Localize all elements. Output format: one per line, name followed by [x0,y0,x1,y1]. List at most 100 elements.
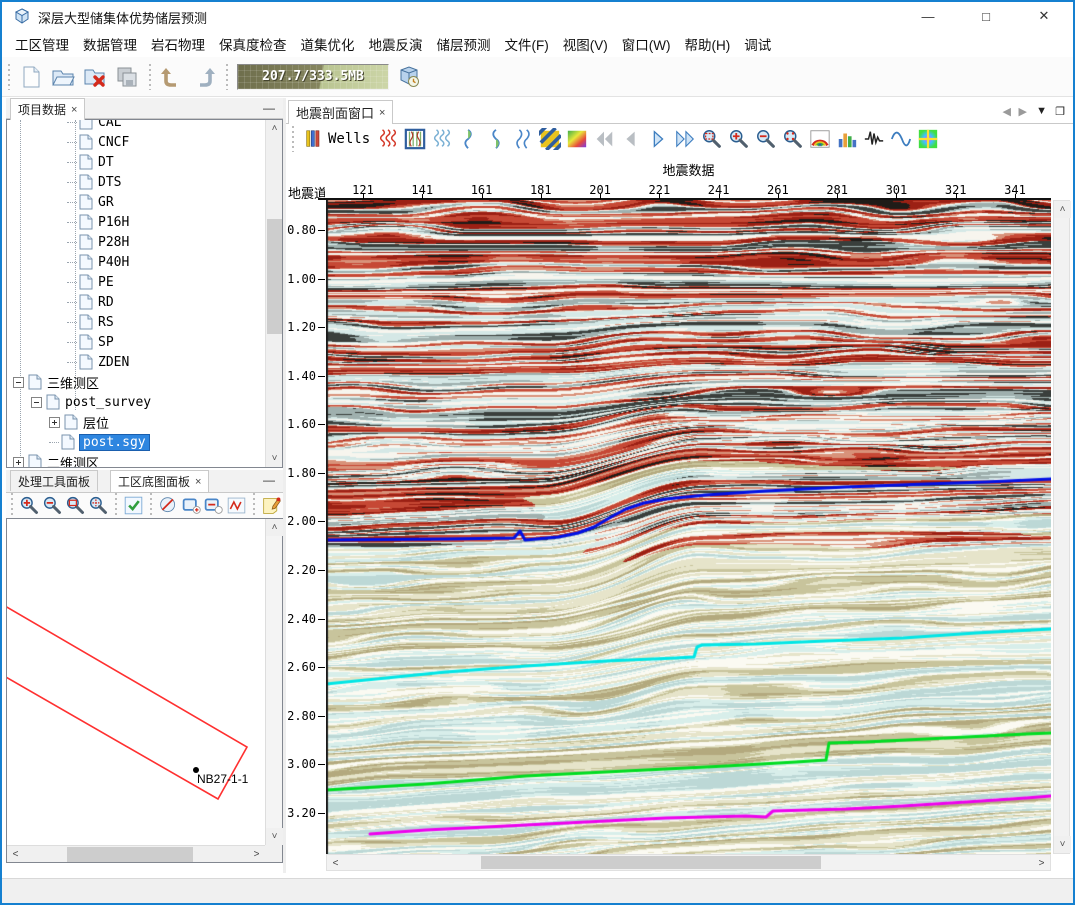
tree-item-P40H[interactable]: P40H [7,252,265,272]
scroll-right-icon[interactable]: ˃ [248,846,265,863]
layer-check-button[interactable] [122,494,145,518]
rect-add-button[interactable] [180,494,203,518]
scroll-left-icon[interactable]: ˂ [7,846,24,863]
tree-item-PE[interactable]: PE [7,272,265,292]
expand-icon[interactable] [13,457,24,468]
zoom-in-button[interactable] [725,126,752,152]
panel-minimize-button[interactable]: — [261,100,277,116]
panel-minimize-button[interactable]: — [261,472,277,488]
sine-button[interactable] [887,126,914,152]
tree-item-二维测区[interactable]: 二维测区 [7,452,265,468]
wells-button[interactable]: Wells [299,126,374,152]
scroll-up-icon[interactable]: ˄ [266,120,283,137]
spectrum-button[interactable] [914,126,941,152]
menu-item-3[interactable]: 岩石物理 [144,30,212,58]
colormap-button[interactable] [563,126,590,152]
scroll-up-icon[interactable]: ˄ [1054,201,1071,218]
menu-item-6[interactable]: 地震反演 [362,30,430,58]
tab-basemap-panel[interactable]: 工区底图面板 × [110,470,209,492]
maximize-button[interactable]: □ [957,2,1015,30]
scroll-down-icon[interactable]: ˅ [266,450,283,467]
tree-item-三维测区[interactable]: 三维测区 [7,372,265,392]
survey-outline[interactable] [7,606,247,799]
palette-button[interactable] [806,126,833,152]
image-frame-button[interactable] [401,126,428,152]
open-folder-button[interactable] [47,62,79,92]
tree-item-post.sgy[interactable]: post.sgy [7,432,265,452]
tree-item-GR[interactable]: GR [7,192,265,212]
tree-item-P28H[interactable]: P28H [7,232,265,252]
tree-item-DTS[interactable]: DTS [7,172,265,192]
close-project-button[interactable] [79,62,111,92]
db-clock-button[interactable] [393,62,425,92]
tree-item-CAL[interactable]: CAL [7,119,265,132]
wavelet-button[interactable] [860,126,887,152]
tree-item-SP[interactable]: SP [7,332,265,352]
tab-close-icon[interactable]: × [71,104,77,116]
seismic-vertical-scrollbar[interactable]: ˄ ˅ [1053,200,1070,854]
seismic-horizontal-scrollbar[interactable]: ˂ ˃ [326,854,1051,871]
map-zoom-out-button[interactable] [41,494,64,518]
mdi-next-icon[interactable]: ▶ [1019,105,1027,118]
seismic-hscroll-thumb[interactable] [481,856,821,869]
save-all-button[interactable] [111,62,143,92]
section-line-button[interactable] [225,494,248,518]
scroll-down-icon[interactable]: ˅ [1054,836,1071,853]
nav-next-button[interactable] [644,126,671,152]
mdi-prev-icon[interactable]: ◀ [1003,105,1011,118]
undo-button[interactable] [156,62,188,92]
menu-item-11[interactable]: 帮助(H) [677,30,737,58]
map-zoom-fit-button[interactable] [87,494,110,518]
scroll-left-icon[interactable]: ˂ [327,855,344,872]
wiggle-fill1-button[interactable] [455,126,482,152]
rect-minus-button[interactable] [202,494,225,518]
menu-item-12[interactable]: 调试 [737,30,778,58]
tab-close-icon[interactable]: × [379,107,385,119]
scroll-up-icon[interactable]: ˄ [266,519,283,536]
measure-button[interactable] [157,494,180,518]
stripes-button[interactable] [536,126,563,152]
annotate-button[interactable] [260,494,283,518]
menu-item-8[interactable]: 文件(F) [498,30,556,58]
collapse-icon[interactable] [13,377,24,388]
tab-project-data[interactable]: 项目数据 × [10,98,85,120]
scroll-right-icon[interactable]: ˃ [1033,855,1050,872]
zoom-out-button[interactable] [752,126,779,152]
minimize-button[interactable]: — [899,2,957,30]
zoom-window-button[interactable] [698,126,725,152]
tree-item-ZDEN[interactable]: ZDEN [7,352,265,372]
new-file-button[interactable] [15,62,47,92]
menu-item-1[interactable]: 工区管理 [8,30,76,58]
mdi-restore-icon[interactable]: ❐ [1055,105,1065,118]
map-zoom-window-button[interactable] [64,494,87,518]
histogram-button[interactable] [833,126,860,152]
menu-item-7[interactable]: 储层预测 [430,30,498,58]
zoom-orig-button[interactable] [779,126,806,152]
tree-item-CNCF[interactable]: CNCF [7,132,265,152]
collapse-icon[interactable] [31,397,42,408]
nav-last-button[interactable] [671,126,698,152]
tab-seismic-section[interactable]: 地震剖面窗口 × [288,100,393,124]
tab-close-icon[interactable]: × [195,476,201,488]
tree-item-RD[interactable]: RD [7,292,265,312]
redo-button[interactable] [188,62,220,92]
tree-item-DT[interactable]: DT [7,152,265,172]
expand-icon[interactable] [49,417,60,428]
tab-processing-tools[interactable]: 处理工具面板 [10,470,98,491]
seismic-image[interactable] [326,200,1051,854]
menu-item-4[interactable]: 保真度检查 [212,30,294,58]
wiggle-red-button[interactable] [374,126,401,152]
tree-item-RS[interactable]: RS [7,312,265,332]
basemap-horizontal-scrollbar[interactable]: ˂ ˃ [7,845,265,862]
basemap-canvas[interactable]: NB27-1-1 [7,519,265,845]
map-zoom-in-button[interactable] [18,494,41,518]
wiggle-blue-button[interactable] [428,126,455,152]
wiggle-double-button[interactable] [509,126,536,152]
tree-item-P16H[interactable]: P16H [7,212,265,232]
tree-item-post_survey[interactable]: post_survey [7,392,265,412]
basemap-hscroll-thumb[interactable] [67,847,193,862]
tree-scroll-thumb[interactable] [267,219,282,334]
menu-item-9[interactable]: 视图(V) [556,30,615,58]
menu-item-5[interactable]: 道集优化 [294,30,362,58]
tree-item-层位[interactable]: 层位 [7,412,265,432]
